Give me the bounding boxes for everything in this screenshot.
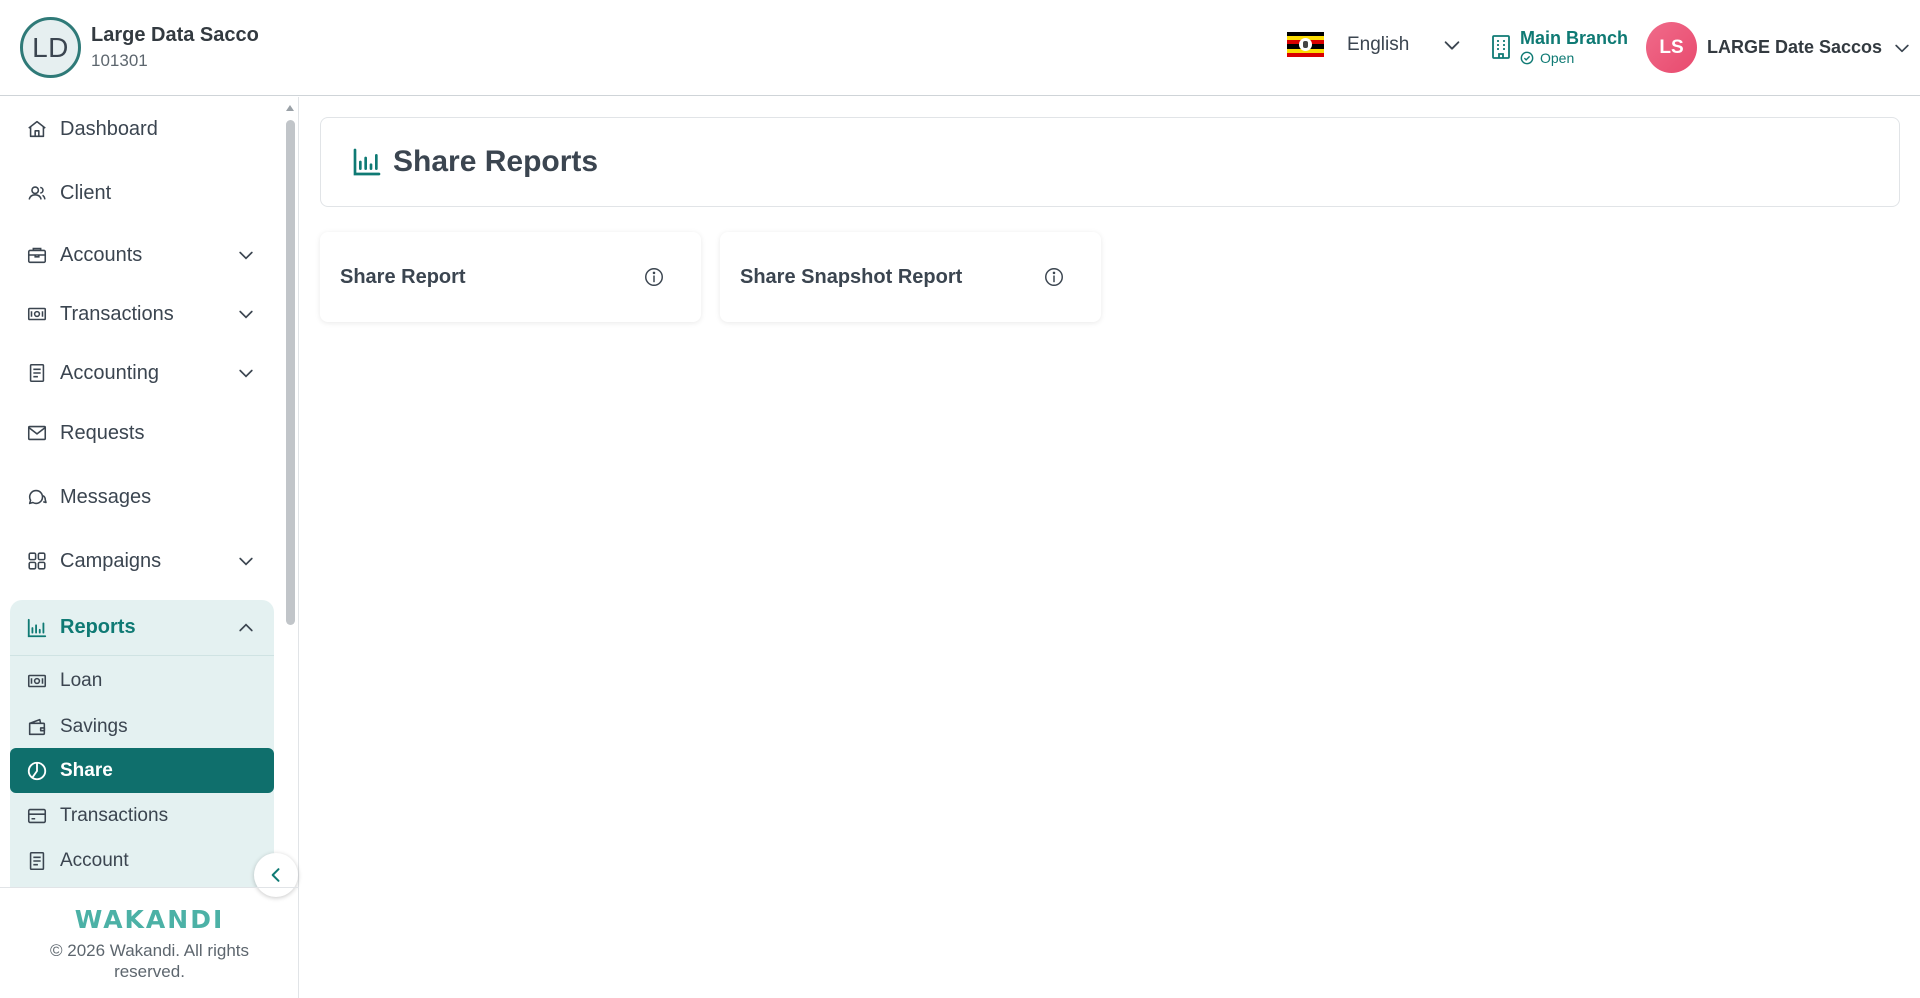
report-card-share-snapshot-report[interactable]: Share Snapshot Report <box>720 232 1101 322</box>
sidebar-item-label: Transactions <box>60 302 174 325</box>
sidebar-item-label: Requests <box>60 421 145 444</box>
branch-status-label: Open <box>1540 50 1575 66</box>
sidebar-item-client[interactable]: Client <box>10 169 274 217</box>
sidebar-item-label: Accounting <box>60 361 159 384</box>
branch-status: Open <box>1520 50 1628 66</box>
sidebar-item-label: Dashboard <box>60 117 158 140</box>
card-icon <box>27 808 47 823</box>
scroll-up-arrow[interactable] <box>286 105 294 111</box>
info-icon[interactable] <box>643 266 665 288</box>
language-selector[interactable]: English <box>1287 32 1463 57</box>
grid-icon <box>28 552 46 570</box>
pie-chart-icon <box>27 761 47 780</box>
sidebar-subitem-account[interactable]: Account <box>10 838 274 883</box>
copyright-text: © 2026 Wakandi. All rights reserved. <box>50 941 249 981</box>
chevron-left-icon <box>271 868 280 882</box>
report-card-label: Share Report <box>340 265 466 288</box>
sidebar-item-label: Savings <box>60 715 128 737</box>
brand-logo: WAKANDI <box>74 905 225 934</box>
sidebar-group-reports: Reports Loan Savings Share Transactions … <box>10 600 274 887</box>
page-header-card: Share Reports <box>320 117 1900 207</box>
sidebar-item-label: Account <box>60 849 129 871</box>
chevron-down-icon <box>1895 44 1909 52</box>
branch-name: Main Branch <box>1520 28 1629 48</box>
sidebar-item-label: Loan <box>60 669 103 691</box>
sidebar-item-transactions[interactable]: Transactions <box>10 290 274 338</box>
sidebar-item-label: Share <box>60 759 113 781</box>
users-icon <box>28 186 46 200</box>
organization-name: Large Data Sacco <box>91 23 259 46</box>
sidebar-item-messages[interactable]: Messages <box>10 473 274 521</box>
scrollbar-thumb[interactable] <box>286 120 295 625</box>
sidebar-item-label: Reports <box>60 616 136 638</box>
wallet-icon <box>28 718 46 735</box>
sidebar-subitem-share[interactable]: Share <box>10 748 274 793</box>
sidebar-item-accounts[interactable]: Accounts <box>10 231 274 279</box>
sidebar-item-reports[interactable]: Reports <box>10 600 274 656</box>
sidebar-item-label: Messages <box>60 485 152 508</box>
chevron-down-icon <box>239 369 253 378</box>
chevron-down-icon <box>239 251 253 260</box>
top-header: LD Large Data Sacco 101301 English Main … <box>0 0 1920 96</box>
uganda-flag-icon <box>1287 32 1324 57</box>
bar-chart-icon <box>27 618 47 637</box>
sidebar: Dashboard Client Accounts Transactions A… <box>0 97 299 998</box>
sidebar-scrollbar[interactable] <box>284 105 296 895</box>
report-card-share-report[interactable]: Share Report <box>320 232 701 322</box>
chevron-up-icon <box>239 623 253 632</box>
sidebar-item-label: Client <box>60 181 112 204</box>
sidebar-item-accounting[interactable]: Accounting <box>10 349 274 397</box>
briefcase-icon <box>27 247 47 264</box>
ledger-icon <box>29 363 45 383</box>
building-icon <box>1492 35 1510 59</box>
user-name: LARGE Date Saccos <box>1707 37 1883 57</box>
organization-info: LD Large Data Sacco 101301 <box>20 17 259 78</box>
chevron-down-icon <box>239 557 253 566</box>
money-icon <box>27 674 47 687</box>
sidebar-subitem-loan[interactable]: Loan <box>10 658 274 703</box>
chevron-down-icon <box>1444 40 1460 50</box>
branch-selector[interactable]: Main Branch Open <box>1490 27 1628 66</box>
sidebar-footer: WAKANDI © 2026 Wakandi. All rights reser… <box>0 887 299 998</box>
bar-chart-icon <box>353 148 381 176</box>
report-card-label: Share Snapshot Report <box>740 265 963 288</box>
user-avatar: LS <box>1646 22 1697 73</box>
sidebar-item-label: Campaigns <box>60 549 162 572</box>
sidebar-item-label: Transactions <box>60 804 169 826</box>
sidebar-subitem-savings[interactable]: Savings <box>10 704 274 749</box>
sidebar-subitem-transactions[interactable]: Transactions <box>10 793 274 838</box>
sidebar-item-dashboard[interactable]: Dashboard <box>10 105 274 153</box>
sidebar-item-label: Accounts <box>60 243 143 266</box>
page-title: Share Reports <box>393 145 599 178</box>
chat-icon <box>28 489 47 505</box>
money-icon <box>27 307 47 321</box>
sidebar-item-campaigns[interactable]: Campaigns <box>10 537 274 585</box>
info-icon[interactable] <box>1043 266 1065 288</box>
organization-avatar: LD <box>20 17 81 78</box>
check-circle-icon <box>1520 51 1534 65</box>
organization-code: 101301 <box>91 50 148 70</box>
user-menu[interactable]: LS LARGE Date Saccos <box>1646 22 1912 73</box>
ledger-icon <box>29 851 45 870</box>
mail-icon <box>27 425 47 441</box>
language-label: English <box>1347 33 1410 55</box>
home-icon <box>28 120 46 138</box>
chevron-down-icon <box>239 310 253 319</box>
sidebar-item-requests[interactable]: Requests <box>10 409 274 457</box>
